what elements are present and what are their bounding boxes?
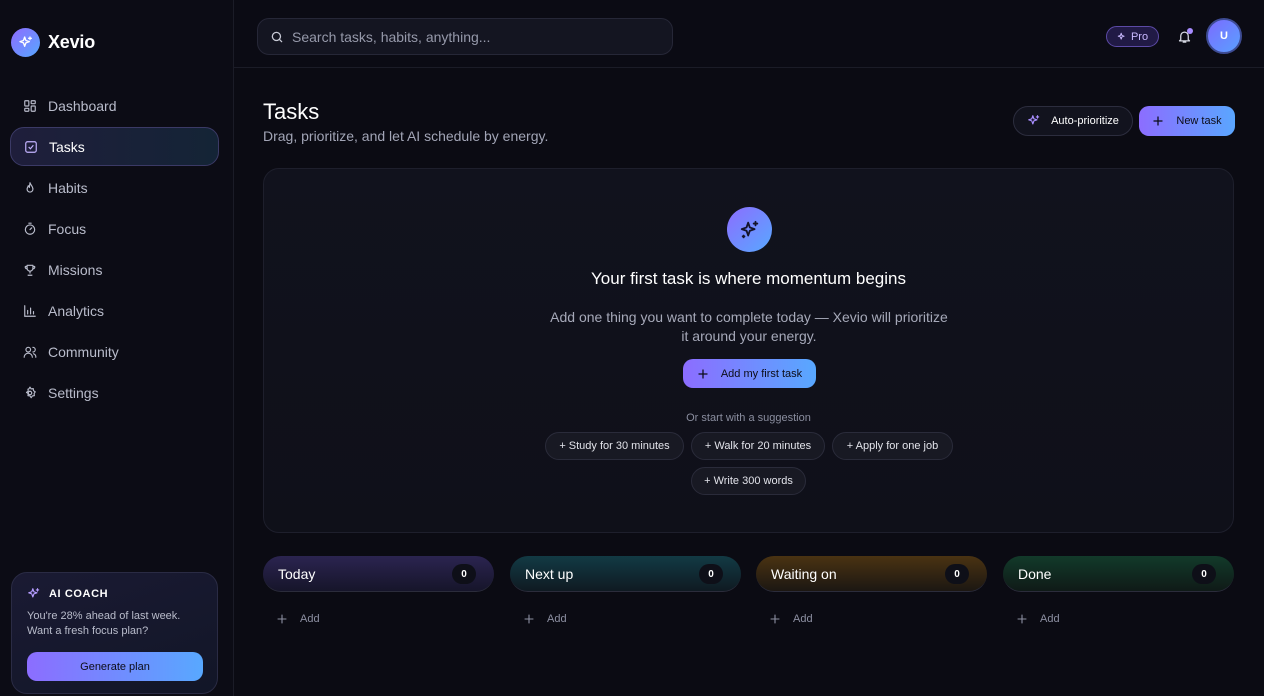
generate-plan-button[interactable]: Generate plan: [27, 652, 203, 681]
sidebar-item-settings[interactable]: Settings: [10, 373, 219, 412]
sidebar-item-label: Focus: [48, 220, 87, 237]
suggestion-chip[interactable]: + Apply for one job: [832, 432, 953, 460]
notifications-button[interactable]: [1175, 26, 1193, 46]
sidebar-item-label: Habits: [48, 179, 88, 196]
column-count: 0: [1192, 564, 1216, 584]
auto-prioritize-label: Auto-prioritize: [1051, 115, 1119, 127]
sparkle-icon: [27, 587, 41, 601]
empty-state-description: Add one thing you want to complete today…: [550, 309, 948, 344]
column-today: Today 0 Add: [263, 556, 494, 625]
plus-icon: [523, 613, 535, 625]
column-title: Done: [1018, 565, 1052, 582]
suggestion-chip[interactable]: + Write 300 words: [691, 467, 806, 495]
sparkle-icon: [1027, 114, 1041, 128]
plus-icon: [697, 368, 709, 380]
gear-icon: [22, 385, 38, 401]
search-input[interactable]: [292, 28, 652, 45]
suggestion-label: Or start with a suggestion: [686, 412, 811, 424]
add-label: Add: [300, 613, 320, 625]
new-task-button[interactable]: New task: [1139, 106, 1235, 136]
ai-coach-message: You're 28% ahead of last week. Want a fr…: [27, 610, 181, 637]
avatar[interactable]: U: [1206, 18, 1242, 54]
empty-state-title: Your first task is where momentum begins: [591, 269, 906, 288]
sidebar-nav: Dashboard Tasks Habits Focus Missions An…: [10, 86, 219, 414]
ai-coach-title: AI COACH: [49, 588, 109, 600]
grid-icon: [22, 98, 38, 114]
empty-state-card: Your first task is where momentum begins…: [263, 168, 1234, 533]
page-title: Tasks: [263, 99, 320, 124]
column-count: 0: [452, 564, 476, 584]
ai-coach-header: AI COACH: [27, 587, 202, 601]
sidebar-item-label: Tasks: [49, 138, 85, 155]
sparkle-icon: [1117, 32, 1127, 42]
plus-icon: [1152, 115, 1164, 127]
topbar: Pro U: [234, 0, 1264, 68]
new-task-label: New task: [1176, 115, 1222, 127]
column-count: 0: [945, 564, 969, 584]
sidebar-item-analytics[interactable]: Analytics: [10, 291, 219, 330]
add-task-button[interactable]: Add: [276, 613, 336, 625]
trophy-icon: [22, 262, 38, 278]
column-header: Waiting on 0: [756, 556, 987, 592]
sidebar-item-community[interactable]: Community: [10, 332, 219, 371]
timer-icon: [22, 221, 38, 237]
sidebar-item-missions[interactable]: Missions: [10, 250, 219, 289]
notification-dot: [1187, 28, 1193, 34]
flame-icon: [22, 180, 38, 196]
column-title: Waiting on: [771, 565, 837, 582]
sidebar-item-label: Settings: [48, 384, 99, 401]
column-next-up: Next up 0 Add: [510, 556, 741, 625]
sidebar-item-focus[interactable]: Focus: [10, 209, 219, 248]
sidebar-item-label: Dashboard: [48, 97, 117, 114]
sidebar-item-label: Analytics: [48, 302, 105, 319]
auto-prioritize-button[interactable]: Auto-prioritize: [1013, 106, 1133, 136]
brand[interactable]: Xevio: [11, 28, 95, 57]
plus-icon: [769, 613, 781, 625]
app-name: Xevio: [48, 32, 96, 52]
plus-icon: [276, 613, 288, 625]
add-task-button[interactable]: Add: [769, 613, 829, 625]
add-first-task-button[interactable]: Add my first task: [683, 359, 816, 388]
users-icon: [22, 344, 38, 360]
plus-icon: [1016, 613, 1028, 625]
pro-badge[interactable]: Pro: [1106, 26, 1159, 47]
page-subtitle: Drag, prioritize, and let AI schedule by…: [263, 128, 549, 144]
search-icon: [270, 30, 284, 44]
search-bar[interactable]: [257, 18, 673, 55]
column-count: 0: [699, 564, 723, 584]
sparkle-logo-icon: [11, 28, 40, 57]
sidebar-item-tasks[interactable]: Tasks: [10, 127, 219, 166]
column-waiting-on: Waiting on 0 Add: [756, 556, 987, 625]
add-label: Add: [547, 613, 567, 625]
add-label: Add: [1040, 613, 1060, 625]
add-label: Add: [793, 613, 813, 625]
sparkle-icon: [727, 207, 772, 252]
ai-coach-card: AI COACH You're 28% ahead of last week. …: [11, 572, 218, 694]
column-header: Done 0: [1003, 556, 1234, 592]
sidebar-item-label: Missions: [48, 261, 103, 278]
sidebar-item-label: Community: [48, 343, 119, 360]
column-header: Next up 0: [510, 556, 741, 592]
column-title: Today: [278, 565, 316, 582]
pro-label: Pro: [1130, 30, 1149, 43]
add-task-button[interactable]: Add: [1016, 613, 1076, 625]
add-first-task-label: Add my first task: [720, 367, 803, 380]
column-title: Next up: [525, 565, 574, 582]
add-task-button[interactable]: Add: [523, 613, 583, 625]
bar-chart-icon: [22, 303, 38, 319]
sidebar: Xevio Dashboard Tasks Habits Focus Missi…: [0, 0, 234, 696]
sidebar-item-dashboard[interactable]: Dashboard: [10, 86, 219, 125]
column-done: Done 0 Add: [1003, 556, 1234, 625]
column-header: Today 0: [263, 556, 494, 592]
suggestion-chip[interactable]: + Study for 30 minutes: [545, 432, 684, 460]
checkbox-icon: [23, 139, 39, 155]
sidebar-item-habits[interactable]: Habits: [10, 168, 219, 207]
suggestion-chip[interactable]: + Walk for 20 minutes: [691, 432, 825, 460]
